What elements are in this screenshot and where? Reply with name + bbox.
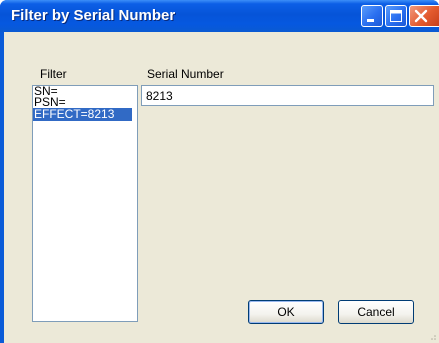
- list-item-selected[interactable]: EFFECT=8213: [33, 108, 132, 121]
- filter-label: Filter: [40, 67, 67, 81]
- minimize-button[interactable]: [361, 5, 383, 27]
- serial-number-label: Serial Number: [147, 67, 224, 81]
- dialog-window: Filter by Serial Number Filter Serial Nu…: [0, 0, 439, 343]
- maximize-icon: [390, 10, 402, 22]
- title-bar[interactable]: Filter by Serial Number: [0, 0, 439, 32]
- window-title: Filter by Serial Number: [11, 7, 176, 24]
- resize-grip-icon[interactable]: [427, 331, 437, 341]
- cancel-button[interactable]: Cancel: [338, 300, 414, 324]
- ok-button[interactable]: OK: [248, 300, 324, 324]
- close-button[interactable]: [409, 5, 439, 27]
- serial-number-input[interactable]: 8213: [141, 85, 434, 106]
- close-icon: [414, 9, 428, 23]
- dialog-body: Filter Serial Number SN= PSN= EFFECT=821…: [4, 32, 439, 343]
- filter-list[interactable]: SN= PSN= EFFECT=8213: [32, 85, 138, 322]
- maximize-button[interactable]: [385, 5, 407, 27]
- minimize-icon: [367, 19, 374, 22]
